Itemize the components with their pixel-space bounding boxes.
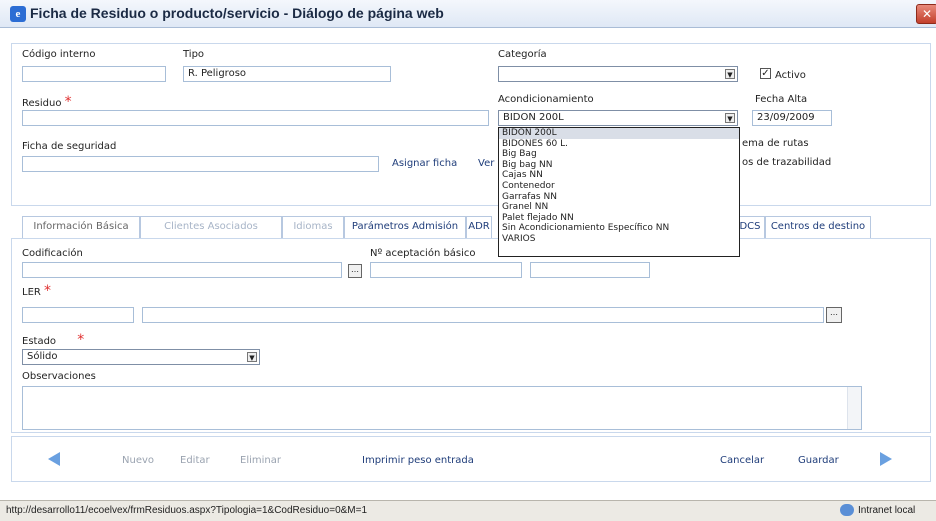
dropdown-option[interactable]: Granel NN [499, 202, 739, 213]
ver-link[interactable]: Ver [478, 158, 494, 169]
chevron-down-icon[interactable]: ▼ [247, 352, 257, 362]
activo-checkbox[interactable]: ✓ [760, 68, 771, 79]
residuo-label-text: Residuo [22, 98, 62, 109]
aceptacion-label: Nº aceptación básico [370, 248, 476, 259]
status-url: http://desarrollo11/ecoelvex/frmResiduos… [6, 505, 368, 516]
codigo-interno-input[interactable] [22, 66, 166, 82]
trazabilidad-text: os de trazabilidad [742, 157, 832, 168]
acondicionamiento-label: Acondicionamiento [498, 94, 594, 105]
ler-lookup-button[interactable]: … [826, 307, 842, 323]
ler-description-input[interactable] [142, 307, 824, 323]
previous-arrow-icon[interactable] [48, 452, 60, 466]
next-arrow-icon[interactable] [880, 452, 892, 466]
tab-centros-destino[interactable]: Centros de destino [765, 216, 871, 238]
acondicionamiento-select[interactable]: BIDON 200L ▼ [498, 110, 738, 126]
editar-button[interactable]: Editar [180, 455, 210, 466]
required-asterisk: * [77, 332, 85, 348]
residuo-label: Residuo * [22, 94, 72, 110]
dropdown-option[interactable]: Big bag NN [499, 160, 739, 171]
dropdown-option[interactable]: Big Bag [499, 149, 739, 160]
observaciones-scrollbar[interactable] [847, 387, 861, 429]
dropdown-option[interactable]: Palet flejado NN [499, 213, 739, 224]
estado-value: Sólido [27, 351, 58, 362]
dropdown-option[interactable]: Contenedor [499, 181, 739, 192]
globe-icon [840, 504, 854, 516]
window-title: Ficha de Residuo o producto/servicio - D… [30, 5, 444, 21]
ie-icon: e [10, 6, 26, 22]
eliminar-button[interactable]: Eliminar [240, 455, 281, 466]
tipo-label: Tipo [183, 49, 205, 60]
dropdown-list: BIDON 200L BIDONES 60 L. Big Bag Big bag NN… [499, 128, 739, 245]
residuo-input[interactable] [22, 110, 489, 126]
nuevo-button[interactable]: Nuevo [122, 455, 154, 466]
aceptacion-input[interactable] [370, 262, 522, 278]
ler-label: LER * [22, 283, 51, 299]
fecha-alta-input[interactable]: 23/09/2009 [752, 110, 832, 126]
title-bar: e Ficha de Residuo o producto/servicio -… [0, 0, 936, 28]
activo-label: Activo [775, 70, 806, 81]
required-asterisk: * [44, 283, 52, 299]
security-zone: Intranet local [858, 505, 916, 516]
ler-code-input[interactable] [22, 307, 134, 323]
observaciones-label: Observaciones [22, 371, 96, 382]
categoria-label: Categoría [498, 49, 547, 60]
dropdown-option[interactable]: VARIOS [499, 234, 739, 245]
chevron-down-icon[interactable]: ▼ [725, 69, 735, 79]
guardar-button[interactable]: Guardar [798, 455, 839, 466]
dropdown-option[interactable]: Sin Acondicionamiento Específico NN [499, 223, 739, 234]
tab-idiomas[interactable]: Idiomas [282, 216, 344, 238]
tab-adr[interactable]: ADR [466, 216, 492, 238]
dropdown-option[interactable]: BIDON 200L [499, 128, 739, 139]
ficha-seguridad-label: Ficha de seguridad [22, 141, 117, 152]
acondicionamiento-dropdown[interactable]: BIDON 200L BIDONES 60 L. Big Bag Big bag NN… [498, 127, 740, 257]
dropdown-option[interactable]: Garrafas NN [499, 192, 739, 203]
tab-informacion-basica[interactable]: Información Básica [22, 216, 140, 238]
codificacion-lookup-button[interactable]: … [348, 264, 362, 278]
estado-label: Estado * [22, 332, 84, 348]
tab-parametros-admision[interactable]: Parámetros Admisión [344, 216, 466, 238]
estado-label-text: Estado [22, 336, 57, 347]
ler-label-text: LER [22, 287, 41, 298]
asignar-ficha-link[interactable]: Asignar ficha [392, 158, 457, 169]
cancelar-button[interactable]: Cancelar [720, 455, 764, 466]
categoria-select[interactable]: ▼ [498, 66, 738, 82]
codificacion-input[interactable] [22, 262, 342, 278]
status-bar: http://desarrollo11/ecoelvex/frmResiduos… [0, 500, 936, 521]
acondicionamiento-value: BIDON 200L [503, 112, 564, 123]
tab-clientes-asociados[interactable]: Clientes Asociados [140, 216, 282, 238]
codificacion-label: Codificación [22, 248, 83, 259]
ficha-seguridad-input[interactable] [22, 156, 379, 172]
fecha-alta-label: Fecha Alta [755, 94, 808, 105]
required-asterisk: * [64, 94, 72, 110]
chevron-down-icon[interactable]: ▼ [725, 113, 735, 123]
estado-select[interactable]: Sólido ▼ [22, 349, 260, 365]
aceptacion-extra-input[interactable] [530, 262, 650, 278]
close-icon[interactable]: ✕ [916, 4, 936, 24]
imprimir-peso-entrada-button[interactable]: Imprimir peso entrada [362, 455, 474, 466]
dropdown-option[interactable]: Cajas NN [499, 170, 739, 181]
tipo-input[interactable]: R. Peligroso [183, 66, 391, 82]
esquema-rutas-text: ema de rutas [742, 138, 809, 149]
codigo-interno-label: Código interno [22, 49, 96, 60]
observaciones-textarea[interactable] [22, 386, 862, 430]
dropdown-option[interactable]: BIDONES 60 L. [499, 139, 739, 150]
